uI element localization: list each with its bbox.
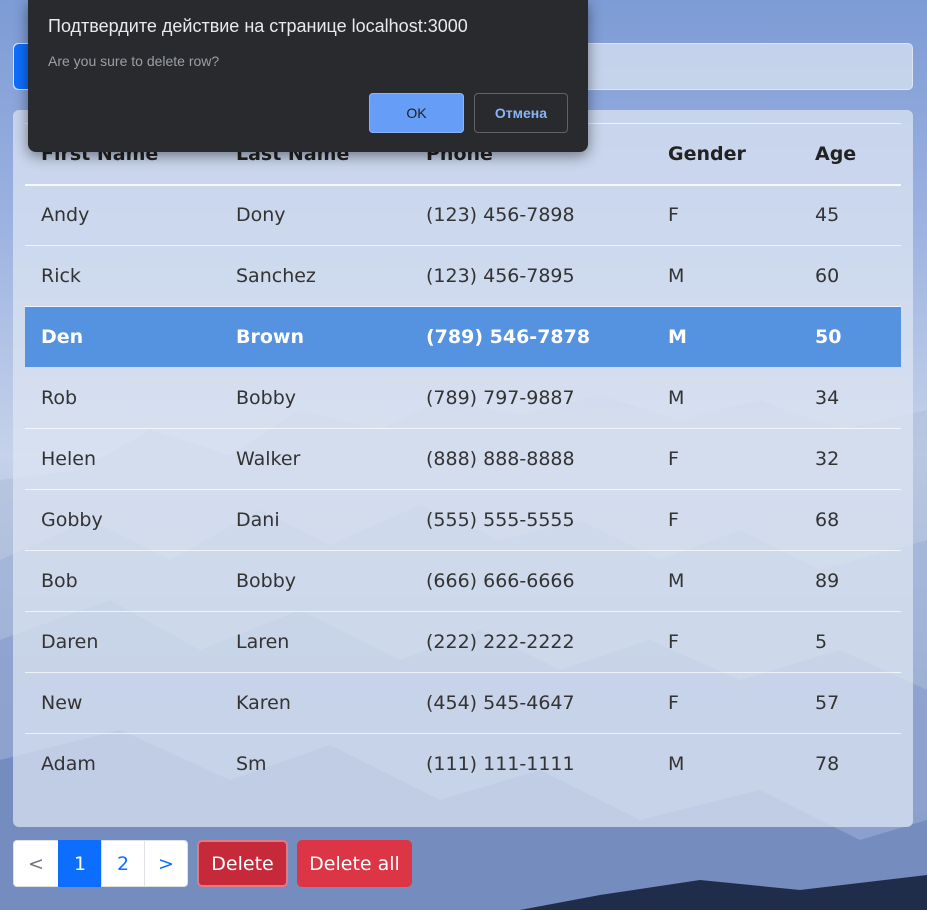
cell-phone: (789) 546-7878	[426, 326, 591, 348]
header-age[interactable]: Age	[799, 123, 901, 186]
table-row[interactable]: Gobby Dani (555) 555-5555 F 68	[25, 490, 901, 551]
cell-phone: (888) 888-8888	[426, 448, 575, 470]
cell-first-name: New	[41, 692, 83, 714]
cell-gender: M	[668, 387, 685, 409]
confirm-dialog: Подтвердите действие на странице localho…	[28, 0, 588, 152]
cell-last-name: Dani	[236, 509, 280, 531]
cell-last-name: Sm	[236, 753, 267, 776]
cell-age: 34	[815, 387, 840, 409]
cell-first-name: Daren	[41, 631, 99, 653]
table-row[interactable]: Helen Walker (888) 888-8888 F 32	[25, 429, 901, 490]
cell-last-name: Dony	[236, 204, 286, 227]
table-card: First Name Last Name Phone Gender Age An…	[13, 110, 913, 827]
cell-last-name: Walker	[236, 448, 301, 470]
cell-gender: F	[668, 692, 679, 714]
cell-first-name: Rick	[41, 265, 81, 287]
cell-first-name: Gobby	[41, 509, 103, 531]
cell-last-name: Sanchez	[236, 265, 316, 287]
dialog-title: Подтвердите действие на странице localho…	[48, 16, 468, 36]
cell-age: 5	[815, 631, 828, 653]
cell-gender: M	[668, 326, 687, 348]
cell-last-name: Brown	[236, 326, 304, 348]
cell-last-name: Bobby	[236, 570, 297, 592]
page-button-2[interactable]: 2	[101, 840, 145, 887]
dialog-cancel-button[interactable]: Отмена	[474, 93, 568, 133]
header-gender[interactable]: Gender	[652, 123, 799, 186]
cell-first-name: Bob	[41, 570, 78, 592]
delete-button[interactable]: Delete	[197, 840, 288, 887]
prev-page-button[interactable]: <	[13, 840, 59, 887]
cell-first-name: Den	[41, 326, 84, 348]
cell-phone: (454) 545-4647	[426, 692, 575, 714]
table-row-selected[interactable]: Den Brown (789) 546-7878 M 50	[25, 306, 901, 368]
users-table: First Name Last Name Phone Gender Age An…	[25, 123, 901, 795]
cell-gender: F	[668, 448, 679, 470]
dialog-message: Are you sure to delete row?	[48, 53, 220, 69]
cell-age: 50	[815, 326, 842, 348]
cell-age: 45	[815, 204, 840, 227]
cell-phone: (666) 666-6666	[426, 570, 575, 592]
table-row[interactable]: Bob Bobby (666) 666-6666 M 89	[25, 551, 901, 612]
cell-phone: (123) 456-7895	[426, 265, 575, 287]
cell-gender: M	[668, 753, 685, 776]
table-row[interactable]: Adam Sm (111) 111-1111 M 78	[25, 734, 901, 795]
cell-phone: (222) 222-2222	[426, 631, 575, 653]
cell-gender: M	[668, 570, 685, 592]
pagination: < 1 2 >	[13, 840, 188, 887]
cell-phone: (123) 456-7898	[426, 204, 575, 227]
cell-phone: (789) 797-9887	[426, 387, 575, 409]
cell-phone: (555) 555-5555	[426, 509, 575, 531]
cell-first-name: Andy	[41, 204, 90, 227]
cell-last-name: Bobby	[236, 387, 297, 409]
table-row[interactable]: Andy Dony (123) 456-7898 F 45	[25, 185, 901, 246]
cell-age: 32	[815, 448, 840, 470]
table-row[interactable]: New Karen (454) 545-4647 F 57	[25, 673, 901, 734]
cell-age: 57	[815, 692, 840, 714]
cell-gender: F	[668, 204, 679, 227]
dialog-ok-button[interactable]: OK	[369, 93, 464, 133]
table-row[interactable]: Daren Laren (222) 222-2222 F 5	[25, 612, 901, 673]
cell-first-name: Rob	[41, 387, 78, 409]
cell-age: 68	[815, 509, 840, 531]
next-page-button[interactable]: >	[144, 840, 188, 887]
delete-all-button[interactable]: Delete all	[297, 840, 412, 887]
cell-last-name: Karen	[236, 692, 291, 714]
cell-last-name: Laren	[236, 631, 290, 653]
table-row[interactable]: Rob Bobby (789) 797-9887 M 34	[25, 368, 901, 429]
cell-gender: M	[668, 265, 685, 287]
cell-age: 78	[815, 753, 840, 776]
cell-age: 60	[815, 265, 840, 287]
page-button-1[interactable]: 1	[58, 840, 102, 887]
cell-phone: (111) 111-1111	[426, 753, 575, 776]
table-row[interactable]: Rick Sanchez (123) 456-7895 M 60	[25, 246, 901, 307]
cell-gender: F	[668, 509, 679, 531]
cell-gender: F	[668, 631, 679, 653]
cell-first-name: Adam	[41, 753, 96, 776]
cell-age: 89	[815, 570, 840, 592]
cell-first-name: Helen	[41, 448, 96, 470]
